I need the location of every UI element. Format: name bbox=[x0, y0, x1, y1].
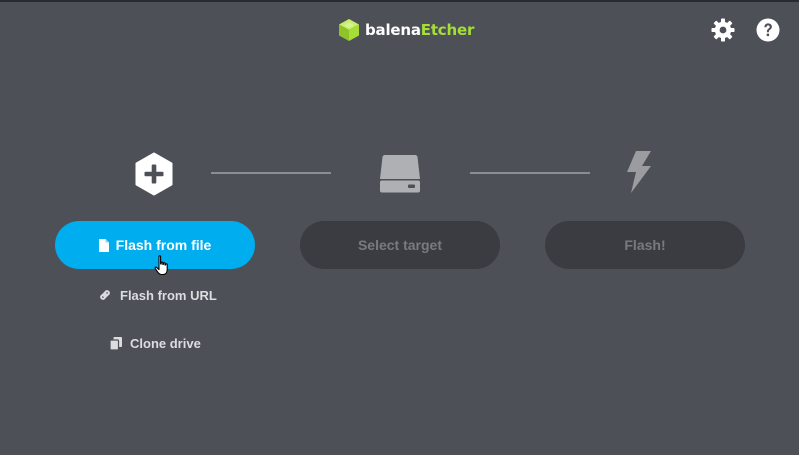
settings-button[interactable] bbox=[709, 16, 737, 44]
flash-label: Flash! bbox=[624, 237, 666, 253]
file-icon bbox=[98, 238, 109, 252]
lightning-bolt-icon bbox=[627, 151, 651, 193]
flash-step-icon bbox=[624, 150, 654, 194]
help-button[interactable] bbox=[754, 16, 782, 44]
target-step-icon bbox=[379, 152, 421, 194]
link-icon bbox=[100, 290, 110, 300]
copy-icon bbox=[110, 336, 122, 350]
plus-hexagon-icon bbox=[135, 152, 173, 196]
select-target-button[interactable]: Select target bbox=[300, 221, 500, 269]
flash-from-file-label: Flash from file bbox=[115, 237, 212, 253]
flash-from-url-label: Flash from URL bbox=[120, 287, 217, 303]
select-target-label: Select target bbox=[357, 237, 443, 253]
logo-wordmark: balenaEtcher bbox=[365, 18, 474, 42]
source-step-icon bbox=[134, 152, 174, 196]
flash-button[interactable]: Flash! bbox=[545, 221, 745, 269]
clone-drive-link[interactable]: Clone drive bbox=[110, 333, 201, 353]
step-connector-line bbox=[211, 172, 331, 174]
balena-cube-icon bbox=[339, 19, 359, 41]
hard-drive-icon bbox=[380, 155, 420, 193]
flash-from-url-link[interactable]: Flash from URL bbox=[98, 285, 217, 305]
logo-text-balena: balena bbox=[365, 21, 421, 39]
flash-from-file-button[interactable]: Flash from file bbox=[55, 221, 255, 269]
gear-icon bbox=[711, 18, 735, 42]
clone-drive-label: Clone drive bbox=[130, 335, 201, 351]
etcher-window: balenaEtcher Flash from file Select targ… bbox=[0, 2, 799, 455]
question-circle-icon bbox=[756, 18, 780, 42]
logo-text-etcher: Etcher bbox=[420, 21, 475, 39]
step-connector-line bbox=[470, 172, 590, 174]
app-logo: balenaEtcher bbox=[338, 18, 474, 42]
